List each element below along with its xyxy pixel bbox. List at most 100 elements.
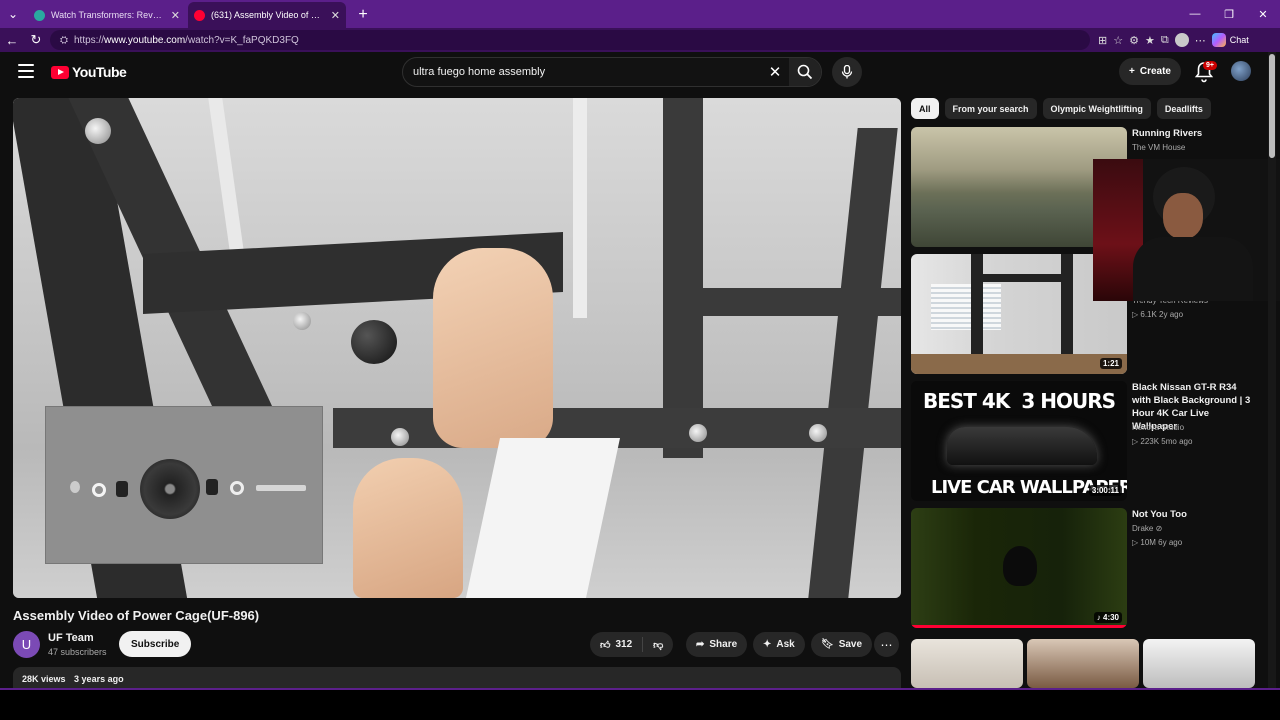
pulley-knob <box>351 320 397 364</box>
recommendation-item[interactable]: BEST 4K 3 HOURS LIVE CAR WALLPAPERS 3:00… <box>911 381 1256 501</box>
youtube-logo[interactable]: YouTube <box>51 64 127 80</box>
recommendation-title[interactable]: Not You Too <box>1132 508 1256 521</box>
recommendation-item[interactable]: ♪ 4:30 Not You Too Drake ⊘ ▷ 10M 6y ago <box>911 508 1256 628</box>
washer-part <box>92 483 106 497</box>
bolt-part <box>256 485 306 491</box>
tab-transformers[interactable]: Watch Transformers: Revenge of th ✕ <box>28 2 186 28</box>
url-field[interactable]: ⛭ https://www.youtube.com/watch?v=K_faPQ… <box>50 30 1090 50</box>
copilot-chat-button[interactable]: Chat <box>1211 33 1249 47</box>
tab-actions-menu-icon[interactable]: ⌄ <box>0 0 26 28</box>
hooded-figure <box>1003 546 1037 586</box>
description-box[interactable]: 28K views 3 years ago <box>13 667 901 688</box>
spacer-part <box>206 479 218 495</box>
window-blinds <box>931 284 1001 330</box>
subscribe-button[interactable]: Subscribe <box>119 631 192 657</box>
browser-profile-avatar[interactable] <box>1174 33 1189 47</box>
dislike-button[interactable]: 👎︎ <box>643 632 673 657</box>
app-available-icon[interactable]: ⊞ <box>1098 34 1107 47</box>
refresh-icon[interactable]: ↻ <box>24 28 48 52</box>
close-window-icon[interactable]: ✕ <box>1246 0 1280 28</box>
recommendation-title[interactable]: Running Rivers <box>1132 127 1256 140</box>
create-label: Create <box>1139 66 1171 77</box>
cage-post <box>663 98 703 458</box>
shorts-thumbnail[interactable] <box>1027 639 1139 688</box>
favorites-icon[interactable]: ★ <box>1145 34 1155 47</box>
pulley-wheel-part <box>140 459 200 519</box>
video-duration: 1:21 <box>1099 358 1122 369</box>
video-thumbnail[interactable]: ♪ 4:30 <box>911 508 1127 628</box>
video-thumbnail[interactable]: BEST 4K 3 HOURS LIVE CAR WALLPAPERS 3:00… <box>911 381 1127 501</box>
scrollbar-thumb[interactable] <box>1269 54 1275 158</box>
recommendation-meta: ▷ 6.1K 2y ago <box>1132 310 1184 319</box>
notification-count-badge: 9+ <box>1203 61 1217 70</box>
shorts-thumbnail[interactable] <box>911 639 1023 688</box>
tab-youtube-assembly[interactable]: (631) Assembly Video of Power Ca ✕ <box>188 2 346 28</box>
subscriber-count: 47 subscribers <box>48 647 107 657</box>
more-options-icon[interactable]: ⋯ <box>1195 34 1206 47</box>
chip-olympic-weightlifting[interactable]: Olympic Weightlifting <box>1042 98 1151 119</box>
restore-icon[interactable]: ❐ <box>1212 0 1246 28</box>
search-button[interactable] <box>789 58 821 86</box>
thumbnail-caption-left: BEST 4K <box>923 389 1010 413</box>
url-prefix: https:// <box>74 34 105 46</box>
url-host: www.youtube.com <box>104 34 186 46</box>
thumbs-down-icon: 👎︎ <box>653 639 664 651</box>
tab-close-icon[interactable]: ✕ <box>331 9 340 22</box>
webcam-overlay <box>1093 159 1280 301</box>
tab-close-icon[interactable]: ✕ <box>171 9 180 22</box>
window-controls: — ❐ ✕ <box>1178 0 1280 28</box>
tab-favicon-icon <box>34 9 45 21</box>
thumbnail-caption-right: 3 HOURS <box>1021 389 1116 413</box>
video-player[interactable] <box>13 98 901 598</box>
recommendation-channel[interactable]: Nexova Studio <box>1132 423 1184 432</box>
site-info-icon[interactable]: ⛭ <box>60 35 68 46</box>
page-scrollbar[interactable] <box>1268 52 1276 688</box>
bolt <box>689 424 707 442</box>
chip-from-your-search[interactable]: From your search <box>944 98 1037 119</box>
back-arrow-icon[interactable]: ← <box>0 28 24 52</box>
more-actions-button[interactable]: ⋯ <box>874 632 899 657</box>
thumbs-up-icon: 👍︎ <box>600 639 611 651</box>
recommendation-channel[interactable]: The VM House <box>1132 143 1185 152</box>
youtube-watch-page: YouTube ✕ + Create 9+ <box>0 52 1280 688</box>
collections-icon[interactable]: ⧉ <box>1161 34 1169 47</box>
share-button[interactable]: ➦ Share <box>686 632 748 657</box>
chip-all[interactable]: All <box>911 98 939 119</box>
menu-hamburger-icon[interactable] <box>18 64 34 78</box>
search-input[interactable] <box>413 66 761 78</box>
youtube-header: YouTube ✕ + Create 9+ <box>0 52 1266 92</box>
clear-search-icon[interactable]: ✕ <box>761 63 789 81</box>
view-count: 28K views <box>22 674 66 684</box>
copilot-icon <box>1211 33 1226 47</box>
face <box>1163 193 1203 239</box>
recommendation-channel[interactable]: Drake ⊘ <box>1132 524 1162 533</box>
search-icon <box>797 64 813 80</box>
upload-age: 3 years ago <box>74 674 124 684</box>
tab-label: Watch Transformers: Revenge of th <box>51 10 165 20</box>
new-tab-icon[interactable]: + <box>350 2 376 28</box>
save-button[interactable]: 🔖︎ Save <box>811 632 873 657</box>
spacer-part <box>116 481 128 497</box>
like-dislike-group: 👍︎ 312 👎︎ <box>590 632 674 657</box>
toolbar-icons: ⊞ ☆ ⚙ ★ ⧉ ⋯ Chat <box>1098 33 1249 47</box>
account-avatar[interactable] <box>1231 61 1251 81</box>
nut-part <box>70 481 80 493</box>
ask-button[interactable]: ✦ Ask <box>753 632 805 657</box>
create-button[interactable]: + Create <box>1119 58 1181 85</box>
favorite-star-icon[interactable]: ☆ <box>1113 34 1123 47</box>
search-box: ✕ <box>402 57 822 87</box>
chip-deadlifts[interactable]: Deadlifts <box>1156 98 1211 119</box>
voice-search-button[interactable] <box>832 57 862 87</box>
bolt <box>391 428 409 446</box>
shorts-thumbnail[interactable] <box>1143 639 1255 688</box>
browser-address-bar: ← ↻ ⛭ https://www.youtube.com/watch?v=K_… <box>0 28 1280 52</box>
bookmark-icon: 🔖︎ <box>821 639 834 650</box>
channel-avatar[interactable]: U <box>13 631 40 658</box>
channel-name[interactable]: UF Team <box>48 632 94 644</box>
action-buttons: ➦ Share <box>686 632 748 657</box>
extensions-icon[interactable]: ⚙ <box>1129 34 1139 47</box>
minimize-icon[interactable]: — <box>1178 0 1212 28</box>
ceiling-light-strip <box>573 98 587 318</box>
recommendation-meta: ▷ 223K 5mo ago <box>1132 437 1193 446</box>
like-button[interactable]: 👍︎ 312 <box>590 632 642 657</box>
